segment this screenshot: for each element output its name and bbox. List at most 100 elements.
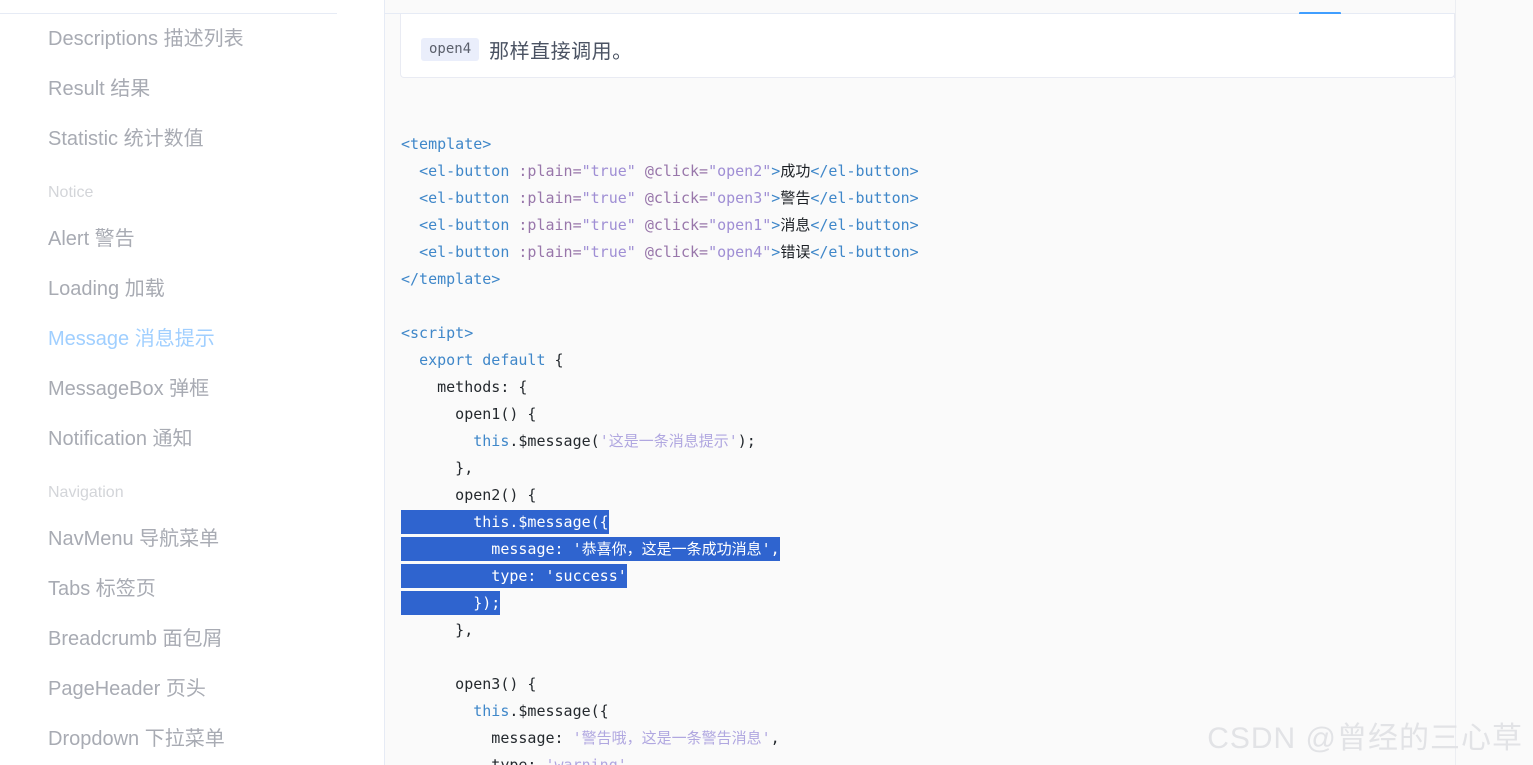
code-token: "true" bbox=[581, 189, 636, 207]
sidebar-item-loading[interactable]: Loading 加载 bbox=[48, 264, 384, 314]
code-token: "open4" bbox=[708, 243, 772, 261]
code-body[interactable]: <template> <el-button :plain="true" @cli… bbox=[401, 131, 919, 765]
app-root: Descriptions 描述列表 Result 结果 Statistic 统计数值… bbox=[0, 0, 1533, 765]
sidebar-item-messagebox[interactable]: MessageBox 弹框 bbox=[48, 364, 384, 414]
component-sidebar: Descriptions 描述列表 Result 结果 Statistic 统计数值… bbox=[0, 0, 385, 765]
sidebar-item-dropdown[interactable]: Dropdown 下拉菜单 bbox=[48, 714, 384, 764]
code-line: open3() { bbox=[401, 671, 919, 698]
sidebar-item-statistic[interactable]: Statistic 统计数值 bbox=[48, 114, 384, 164]
tip-card: open4 那样直接调用。 bbox=[400, 14, 1455, 78]
code-token: open3() { bbox=[401, 675, 537, 693]
code-line: type: 'success' bbox=[401, 563, 919, 590]
main-content: open4 那样直接调用。 <template> <el-button :pla… bbox=[385, 0, 1533, 765]
inline-code-chip: open4 bbox=[421, 37, 480, 62]
code-token: :plain= bbox=[518, 243, 582, 261]
tip-line: open4 那样直接调用。 bbox=[421, 35, 633, 64]
code-line: }, bbox=[401, 617, 919, 644]
code-token: </el-button> bbox=[810, 162, 919, 180]
csdn-watermark: CSDN @曾经的三心草 bbox=[1207, 722, 1523, 755]
code-token: @click= bbox=[644, 216, 709, 234]
code-line: message: '警告哦，这是一条警告消息', bbox=[401, 725, 919, 752]
code-token-selected: }); bbox=[401, 591, 501, 615]
code-token-selected: , bbox=[770, 537, 780, 561]
sidebar-item-list: Descriptions 描述列表 Result 结果 Statistic 统计数值… bbox=[0, 14, 384, 764]
code-token: > bbox=[771, 162, 781, 180]
code-block[interactable]: <template> <el-button :plain="true" @cli… bbox=[385, 90, 1533, 765]
code-token: "true" bbox=[581, 216, 636, 234]
code-token-selected bbox=[401, 510, 474, 534]
code-token: this bbox=[473, 432, 510, 450]
code-token: <el-button bbox=[419, 243, 510, 261]
code-token: > bbox=[771, 189, 781, 207]
code-line: type: 'warning' bbox=[401, 752, 919, 765]
code-line: <script> bbox=[401, 320, 919, 347]
code-line: <el-button :plain="true" @click="open2">… bbox=[401, 158, 919, 185]
sidebar-item-notification[interactable]: Notification 通知 bbox=[48, 414, 384, 464]
code-token: { bbox=[545, 351, 564, 369]
code-token: type: bbox=[401, 756, 546, 765]
code-token: }, bbox=[401, 621, 474, 639]
sidebar-item-navmenu[interactable]: NavMenu 导航菜单 bbox=[48, 514, 384, 564]
code-line: <el-button :plain="true" @click="open4">… bbox=[401, 239, 919, 266]
code-token: "open1" bbox=[708, 216, 772, 234]
code-token: <el-button bbox=[419, 162, 510, 180]
sidebar-item-alert[interactable]: Alert 警告 bbox=[48, 214, 384, 264]
sidebar-item-breadcrumb[interactable]: Breadcrumb 面包屑 bbox=[48, 614, 384, 664]
code-token-selected: this bbox=[473, 510, 510, 534]
code-line: }); bbox=[401, 590, 919, 617]
code-line: export default { bbox=[401, 347, 919, 374]
right-gutter bbox=[1455, 0, 1533, 765]
sidebar-group-label: Notice bbox=[48, 184, 94, 201]
code-token: 成功 bbox=[780, 162, 811, 180]
code-line: <el-button :plain="true" @click="open3">… bbox=[401, 185, 919, 212]
code-line: <template> bbox=[401, 131, 919, 158]
code-token: @click= bbox=[644, 243, 709, 261]
code-token: > bbox=[771, 216, 781, 234]
sidebar-item-result[interactable]: Result 结果 bbox=[48, 64, 384, 114]
sidebar-item-tabs[interactable]: Tabs 标签页 bbox=[48, 564, 384, 614]
code-token: 警告 bbox=[780, 189, 811, 207]
code-token-selected: 'success' bbox=[545, 564, 627, 588]
code-token: </el-button> bbox=[810, 243, 919, 261]
code-token: </el-button> bbox=[810, 189, 919, 207]
code-line: this.$message('这是一条消息提示'); bbox=[401, 428, 919, 455]
code-line: </template> bbox=[401, 266, 919, 293]
code-token: message: bbox=[401, 729, 573, 747]
code-token: "true" bbox=[581, 162, 636, 180]
code-token: }, bbox=[401, 459, 474, 477]
code-token: </template> bbox=[401, 270, 501, 288]
code-token: methods: { bbox=[401, 378, 528, 396]
sidebar-item-message[interactable]: Message 消息提示 bbox=[48, 314, 384, 364]
code-line: open2() { bbox=[401, 482, 919, 509]
code-token-selected: '恭喜你，这是一条成功消息' bbox=[572, 537, 771, 561]
code-token: <el-button bbox=[419, 216, 510, 234]
code-token: :plain= bbox=[518, 216, 582, 234]
code-token: <script> bbox=[401, 324, 474, 342]
code-token: "open3" bbox=[708, 189, 772, 207]
code-token: </el-button> bbox=[810, 216, 919, 234]
sidebar-item-descriptions[interactable]: Descriptions 描述列表 bbox=[48, 14, 384, 64]
sidebar-item-pageheader[interactable]: PageHeader 页头 bbox=[48, 664, 384, 714]
code-line: }, bbox=[401, 455, 919, 482]
code-token: export default bbox=[419, 351, 546, 369]
code-token: .$message({ bbox=[509, 702, 609, 720]
code-line: this.$message({ bbox=[401, 698, 919, 725]
code-token: , bbox=[770, 729, 780, 747]
code-token: ); bbox=[737, 432, 756, 450]
code-token: "open2" bbox=[708, 162, 772, 180]
code-token: @click= bbox=[644, 162, 709, 180]
code-token: this bbox=[473, 702, 510, 720]
code-token: .$message( bbox=[509, 432, 600, 450]
code-token: 错误 bbox=[780, 243, 811, 261]
code-token-selected: type: bbox=[401, 564, 546, 588]
code-line: methods: { bbox=[401, 374, 919, 401]
code-token-selected: message: bbox=[401, 537, 573, 561]
